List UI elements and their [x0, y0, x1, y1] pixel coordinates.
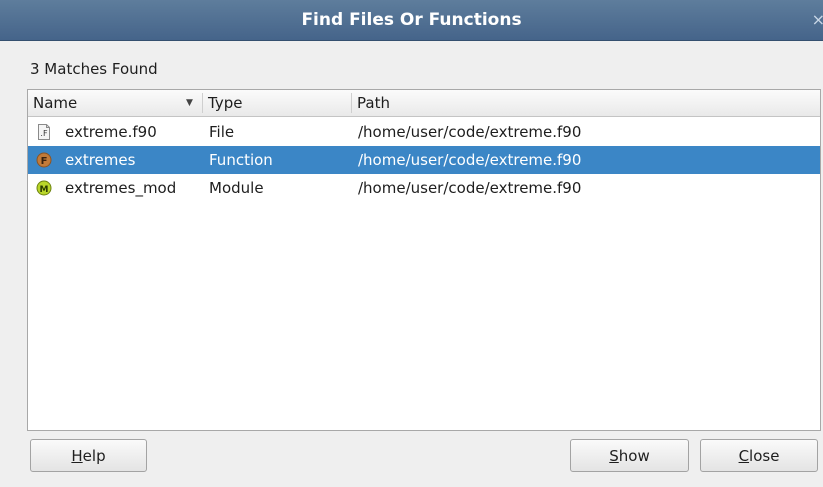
svg-text:M: M [40, 185, 49, 195]
show-mnemonic: S [609, 447, 619, 465]
header-type[interactable]: Type [208, 90, 242, 116]
row-name: extremes [65, 151, 136, 169]
row-path: /home/user/code/extreme.f90 [358, 151, 582, 169]
row-type: Function [209, 151, 273, 169]
show-button[interactable]: Show [570, 439, 689, 472]
row-type: File [209, 123, 235, 141]
show-label: how [618, 447, 650, 465]
title-bar[interactable]: Find Files Or Functions × [0, 0, 823, 41]
row-path: /home/user/code/extreme.f90 [358, 123, 582, 141]
row-path: /home/user/code/extreme.f90 [358, 179, 582, 197]
row-name: extreme.f90 [65, 123, 157, 141]
window-title: Find Files Or Functions [301, 10, 522, 30]
svg-text:.F: .F [40, 129, 48, 138]
row-name: extremes_mod [65, 179, 177, 197]
function-icon: F [36, 152, 52, 168]
close-label: lose [749, 447, 780, 465]
list-item[interactable]: .F extreme.f90 File /home/user/code/extr… [28, 118, 820, 146]
close-mnemonic: C [738, 447, 750, 465]
header-separator[interactable] [202, 93, 203, 113]
svg-text:F: F [41, 156, 48, 167]
header-path[interactable]: Path [357, 90, 390, 116]
header-name[interactable]: Name [33, 90, 77, 116]
list-item[interactable]: M extremes_mod Module /home/user/code/ex… [28, 174, 820, 202]
results-list[interactable]: Name ▼ Type Path .F extreme.f90 File /ho… [27, 89, 821, 431]
help-mnemonic: H [71, 447, 83, 465]
matches-count-label: 3 Matches Found [30, 60, 158, 78]
row-type: Module [209, 179, 264, 197]
close-button[interactable]: Close [700, 439, 818, 472]
sort-descending-icon: ▼ [186, 98, 193, 108]
list-item-selected[interactable]: F extremes Function /home/user/code/extr… [28, 146, 820, 174]
list-header: Name ▼ Type Path [28, 90, 820, 117]
help-label: elp [82, 447, 106, 465]
header-separator[interactable] [351, 93, 352, 113]
module-icon: M [36, 180, 52, 196]
window-close-icon[interactable]: × [812, 0, 823, 40]
help-button[interactable]: Help [30, 439, 147, 472]
file-f90-icon: .F [38, 124, 50, 140]
